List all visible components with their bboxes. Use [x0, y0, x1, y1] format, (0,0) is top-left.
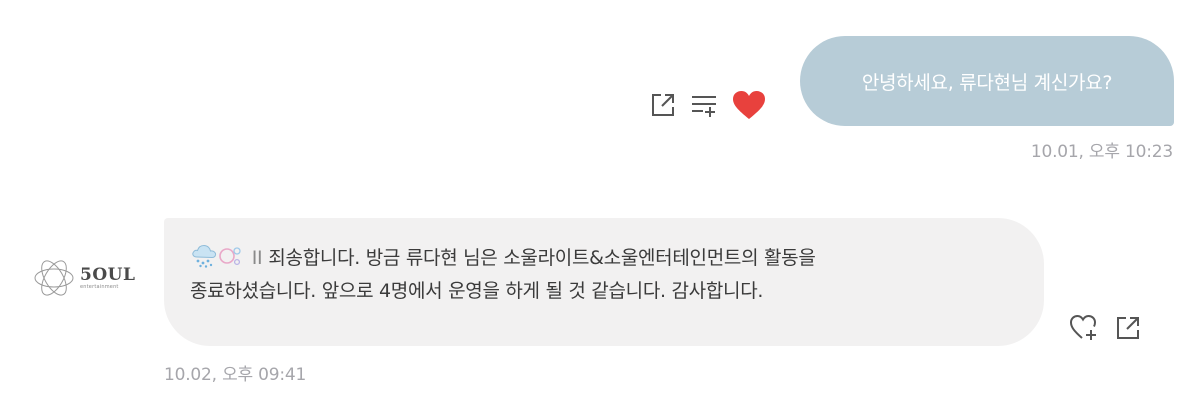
- outgoing-message-actions: [650, 90, 766, 120]
- incoming-message-bubble: II 죄송합니다. 방금 류다현 님은 소울라이트&소울엔터테인먼트의 활동을 종…: [164, 218, 1044, 346]
- sender-logo-subtitle: entertainment: [80, 283, 119, 290]
- share-icon[interactable]: [650, 92, 676, 118]
- sender-avatar[interactable]: 5OUL entertainment: [32, 258, 136, 298]
- outgoing-message-bubble: 안녕하세요, 류다현님 계신가요?: [800, 36, 1174, 126]
- incoming-message-line-1: II 죄송합니다. 방금 류다현 님은 소울라이트&소울엔터테인먼트의 활동을: [190, 242, 1014, 275]
- sender-logo-name: 5OUL: [80, 264, 136, 285]
- heart-add-icon[interactable]: [1069, 314, 1099, 342]
- rain-cloud-icon: [190, 244, 218, 268]
- add-to-list-icon[interactable]: [690, 92, 718, 118]
- incoming-message-text-line-1: 죄송합니다. 방금 류다현 님은 소울라이트&소울엔터테인먼트의 활동을: [268, 247, 816, 269]
- sender-logo: 5OUL entertainment: [80, 264, 136, 290]
- outgoing-message-timestamp: 10.01, 오후 10:23: [1030, 142, 1173, 162]
- message-prefix: II: [251, 247, 263, 269]
- sender-logo-mark: [34, 260, 74, 296]
- emoji-group: [190, 244, 242, 268]
- chat-thread: 안녕하세요, 류다현님 계신가요? 10.01, 오후 10:23 5OUL e…: [0, 0, 1200, 412]
- incoming-message-actions: [1069, 314, 1141, 342]
- heart-filled-icon[interactable]: [732, 90, 766, 120]
- share-icon[interactable]: [1115, 315, 1141, 341]
- incoming-message-line-2: 종료하셨습니다. 앞으로 4명에서 운영을 하게 될 것 같습니다. 감사합니다…: [190, 280, 764, 302]
- incoming-message-timestamp: 10.02, 오후 09:41: [164, 365, 307, 385]
- outgoing-message-text: 안녕하세요, 류다현님 계신가요?: [861, 71, 1113, 94]
- bubbles-icon: [218, 244, 242, 268]
